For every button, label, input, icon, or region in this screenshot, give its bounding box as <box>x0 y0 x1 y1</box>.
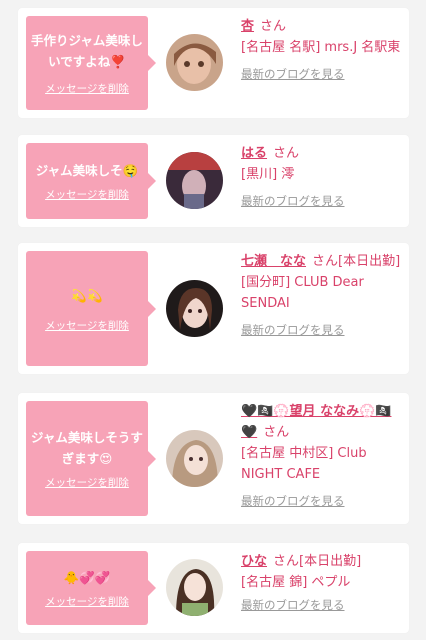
message-text: 🐥💞💞 <box>63 570 111 585</box>
message-card: 💫💫 メッセージを削除 七瀬 なな さん[本日出勤] [国分町] CLUB Dea… <box>18 243 409 374</box>
sender-name-link[interactable]: 七瀬 なな <box>241 254 306 269</box>
shop-info: [名古屋 名駅] mrs.J 名駅東 <box>241 40 401 55</box>
avatar[interactable] <box>166 280 223 337</box>
honorific: さん <box>273 146 300 161</box>
message-text: ジャム美味しそうすぎます😍 <box>31 430 143 466</box>
honorific: さん <box>263 425 290 440</box>
sender-info: 🖤🏴‍☠️💮望月 ななみ💮🏴‍☠️🖤 さん [名古屋 中村区] Club NIGH… <box>241 401 401 512</box>
latest-blog-link[interactable]: 最新のブログを見る <box>241 491 401 512</box>
avatar[interactable] <box>166 430 223 487</box>
delete-message-link[interactable]: メッセージを削除 <box>45 594 129 609</box>
message-text: ジャム美味しそ🤤 <box>35 163 139 178</box>
sender-name-link[interactable]: はる <box>241 146 267 161</box>
honorific: さん <box>260 19 287 34</box>
avatar[interactable] <box>166 559 223 616</box>
delete-message-link[interactable]: メッセージを削除 <box>45 187 129 202</box>
latest-blog-link[interactable]: 最新のブログを見る <box>241 64 401 85</box>
sender-info: ひな さん[本日出勤] [名古屋 錦] ペプル 最新のブログを見る <box>241 551 401 616</box>
shop-info: [国分町] CLUB Dear SENDAI <box>241 275 364 311</box>
latest-blog-link[interactable]: 最新のブログを見る <box>241 320 401 341</box>
avatar[interactable] <box>166 34 223 91</box>
message-text: 💫💫 <box>71 287 103 303</box>
shop-info: [名古屋 錦] ペプル <box>241 575 351 590</box>
avatar[interactable] <box>166 152 223 209</box>
message-card: ジャム美味しそ🤤 メッセージを削除 はる さん [黒川] 澪 最新のブログを見る <box>18 135 409 227</box>
honorific: さん[本日出勤] <box>273 554 362 569</box>
message-card: 🐥💞💞 メッセージを削除 ひな さん[本日出勤] [名古屋 錦] ペプル 最新のブ… <box>18 543 409 633</box>
latest-blog-link[interactable]: 最新のブログを見る <box>241 595 401 616</box>
delete-message-link[interactable]: メッセージを削除 <box>45 475 129 490</box>
shop-info: [黒川] 澪 <box>241 167 295 182</box>
message-card: ジャム美味しそうすぎます😍 メッセージを削除 🖤🏴‍☠️💮望月 ななみ💮🏴‍☠️… <box>18 393 409 524</box>
sender-info: 杏さん [名古屋 名駅] mrs.J 名駅東 最新のブログを見る <box>241 16 401 85</box>
message-bubble: ジャム美味しそうすぎます😍 メッセージを削除 <box>26 401 156 516</box>
honorific: さん[本日出勤] <box>312 254 401 269</box>
sender-name-link[interactable]: 杏 <box>241 19 254 34</box>
sender-info: はる さん [黒川] 澪 最新のブログを見る <box>241 143 401 212</box>
delete-message-link[interactable]: メッセージを削除 <box>45 81 129 96</box>
message-card: 手作りジャム美味しいですよね❣️ メッセージを削除 杏さん [名古屋 名駅] m… <box>18 8 409 118</box>
message-bubble: 🐥💞💞 メッセージを削除 <box>26 551 156 625</box>
sender-name-link[interactable]: ひな <box>241 554 267 569</box>
latest-blog-link[interactable]: 最新のブログを見る <box>241 191 401 212</box>
sender-info: 七瀬 なな さん[本日出勤] [国分町] CLUB Dear SENDAI 最新の… <box>241 251 401 341</box>
message-text: 手作りジャム美味しいですよね❣️ <box>31 33 143 69</box>
message-bubble: ジャム美味しそ🤤 メッセージを削除 <box>26 143 156 219</box>
message-bubble: 💫💫 メッセージを削除 <box>26 251 156 366</box>
message-bubble: 手作りジャム美味しいですよね❣️ メッセージを削除 <box>26 16 156 110</box>
shop-info: [名古屋 中村区] Club NIGHT CAFE <box>241 446 367 482</box>
delete-message-link[interactable]: メッセージを削除 <box>45 318 129 333</box>
